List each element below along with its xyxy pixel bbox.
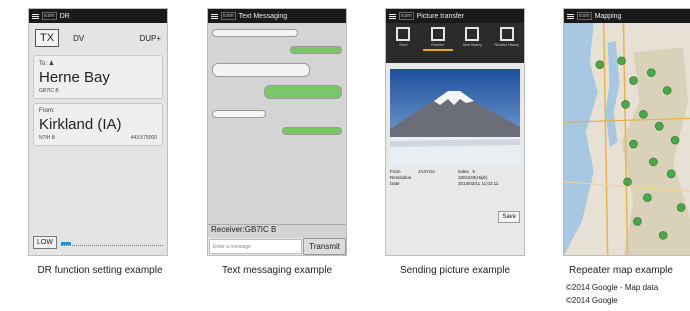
sent-history-icon [465, 27, 480, 41]
tab-receive-history[interactable]: Receive History [492, 27, 522, 47]
app-title: DR [59, 12, 70, 20]
app-logo: icom [42, 12, 57, 20]
tab-send[interactable]: Send [388, 27, 418, 47]
map-credit-1: ©2014 Google - Map data [566, 283, 659, 292]
duplex-label: DUP+ [139, 33, 161, 43]
from-callsign: N7IH B [39, 135, 56, 141]
tab-label: Send [399, 43, 408, 47]
index-value: 5 [472, 169, 476, 174]
from-frequency: 443.575000 [130, 135, 157, 141]
status-bar: icom DR [29, 9, 167, 23]
resolution-value: 320x240(High) [458, 175, 488, 180]
app-logo: icom [221, 12, 236, 20]
power-button[interactable]: LOW [33, 236, 57, 249]
to-card[interactable]: To: ♟ Herne Bay GB7IC B [33, 55, 163, 99]
signal-meter [60, 239, 163, 246]
picture-screen: icom Picture transfer Send Receive Sent … [385, 8, 525, 256]
tab-receive[interactable]: Receive [422, 27, 453, 51]
caption-messaging: Text messaging example [221, 265, 333, 276]
message-bubble-out [264, 85, 342, 99]
to-callsign: GB7IC B [39, 88, 59, 94]
message-input[interactable]: Enter a message [209, 239, 303, 254]
from-label: From [390, 169, 401, 174]
tab-label: Sent History [462, 43, 482, 47]
map-credit-2: ©2014 Google [566, 296, 618, 305]
map-screen: icom Mapping [563, 8, 690, 256]
app-title: Picture transfer [416, 12, 465, 20]
tab-label: Receive History [494, 43, 519, 47]
status-bar: icom Picture transfer [386, 9, 524, 23]
from-card[interactable]: From: Kirkland (IA) N7IH B 443.575000 [33, 103, 163, 146]
menu-icon[interactable] [567, 13, 574, 20]
date-label: Date [390, 181, 400, 186]
to-label: To: [39, 61, 48, 67]
message-bubble-in [212, 110, 266, 118]
app-title: Mapping [594, 12, 622, 20]
picture-info: From JA3YUA index 5 Resolution 320x240(H… [386, 165, 524, 190]
app-logo: icom [399, 12, 414, 20]
status-bar: icom Text Messaging [208, 9, 346, 23]
message-bubble-out [290, 46, 342, 54]
receive-history-icon [499, 27, 514, 41]
picture-send-icon [396, 27, 411, 41]
tab-label: Receive [431, 43, 445, 47]
from-label: From: [39, 108, 55, 114]
messaging-screen: icom Text Messaging Receiver:GB7IC B Ent… [207, 8, 347, 256]
app-title: Text Messaging [238, 12, 288, 20]
from-value: JA3YUA [418, 169, 436, 174]
caption-picture: Sending picture example [399, 265, 511, 276]
caption-dr: DR function setting example [37, 265, 163, 276]
received-photo [390, 69, 520, 165]
date-value: 2014/03/11 11:03:11 [458, 181, 499, 186]
caption-map: Repeater map example [569, 265, 673, 276]
status-bar: icom Mapping [564, 9, 690, 23]
save-button[interactable]: Save [498, 211, 520, 223]
message-bubble-out [282, 127, 342, 135]
dr-screen: icom DR TX DV DUP+ To: ♟ Herne Bay GB7IC… [28, 8, 168, 256]
resolution-label: Resolution [390, 175, 412, 180]
from-name: Kirkland (IA) [39, 116, 122, 133]
signal-meter-fill [60, 242, 72, 245]
message-bubble-in [212, 63, 310, 77]
tx-button[interactable]: TX [35, 29, 60, 47]
index-label: index [458, 169, 469, 174]
mode-label: DV [73, 33, 85, 43]
transmit-button[interactable]: Transmit [303, 238, 346, 255]
menu-icon[interactable] [389, 13, 396, 20]
repeater-map[interactable] [564, 23, 690, 255]
tab-sent-history[interactable]: Sent History [457, 27, 487, 47]
receiver-label: Receiver:GB7IC B [208, 224, 346, 237]
menu-icon[interactable] [32, 13, 39, 20]
person-icon: ♟ [48, 61, 55, 67]
message-bubble-in [212, 29, 298, 37]
to-name: Herne Bay [39, 69, 110, 86]
menu-icon[interactable] [211, 13, 218, 20]
picture-receive-icon [430, 27, 445, 41]
app-logo: icom [577, 12, 592, 20]
